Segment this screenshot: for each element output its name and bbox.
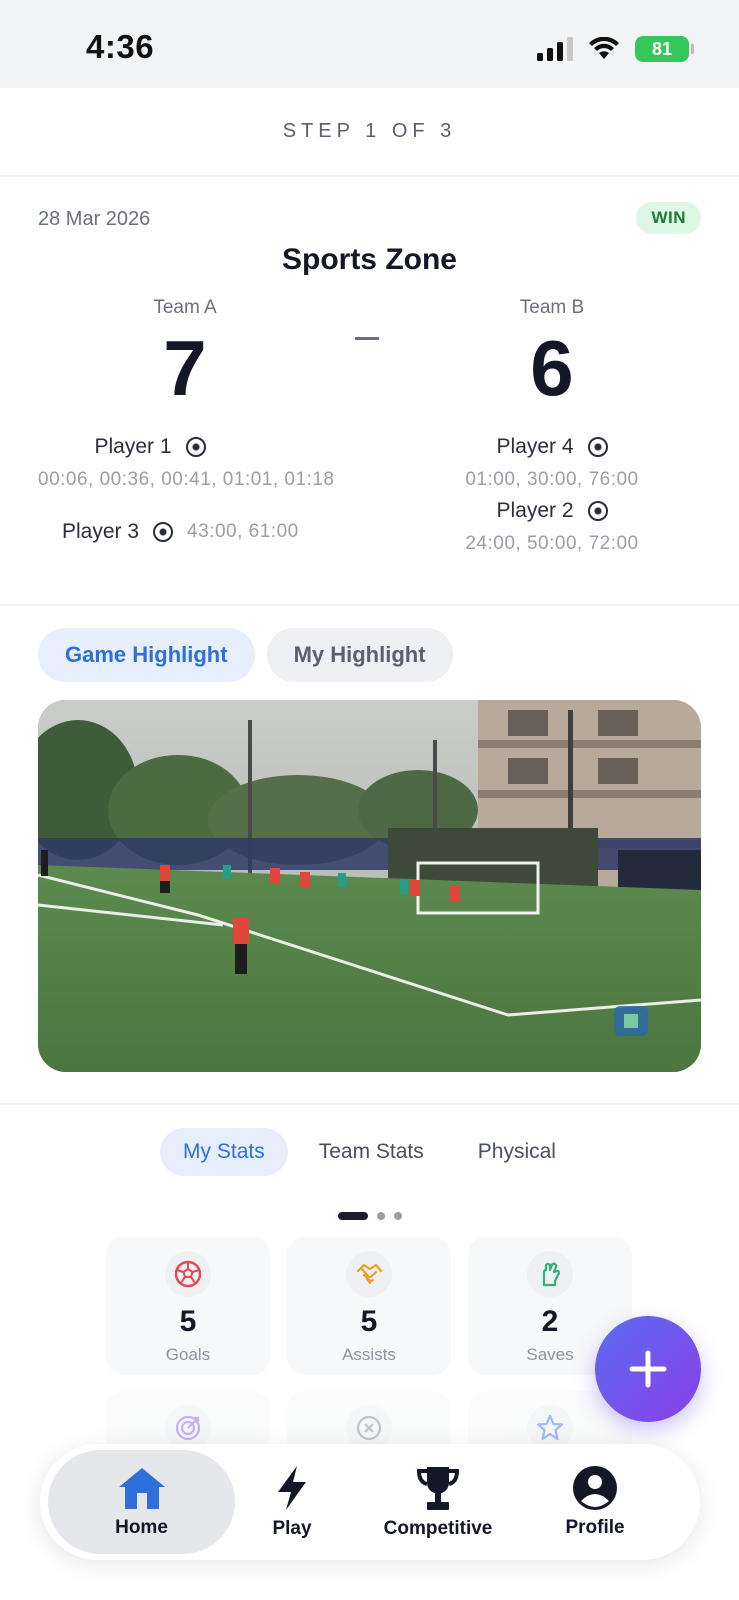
battery-level: 81: [651, 38, 673, 59]
nav-label: Profile: [565, 1517, 625, 1538]
result-badge: WIN: [636, 202, 701, 234]
match-summary-card: 28 Mar 2026 WIN Sports Zone Team A 7 Tea…: [0, 177, 739, 605]
soccer-ball-icon: [165, 1251, 211, 1297]
bottom-nav: Home Play Competitive Profile: [40, 1444, 700, 1560]
scorer-name: Player 2: [496, 499, 574, 522]
score-separator: [355, 337, 379, 340]
step-header: STEP 1 OF 3: [0, 88, 739, 176]
scorer-name: Player 1: [94, 435, 172, 458]
goalkeeper-glove-icon: [527, 1251, 573, 1297]
nav-item-competitive[interactable]: Competitive: [378, 1450, 498, 1554]
team-a-name: Team A: [153, 297, 217, 318]
highlight-video-player[interactable]: [38, 700, 701, 1072]
nav-label: Home: [115, 1517, 168, 1538]
team-b-name: Team B: [519, 297, 585, 318]
trophy-icon: [416, 1467, 460, 1510]
battery-indicator: 81: [635, 36, 694, 62]
team-a-score: 7: [163, 324, 207, 412]
nav-item-profile[interactable]: Profile: [550, 1450, 640, 1554]
nav-label: Competitive: [383, 1518, 493, 1539]
stat-label: Saves: [526, 1345, 574, 1364]
nav-label: Play: [272, 1518, 312, 1539]
profile-icon: [573, 1466, 617, 1510]
scorer-times: 01:00, 30:00, 76:00: [465, 469, 639, 490]
home-icon: [118, 1468, 165, 1509]
handshake-icon: [346, 1251, 392, 1297]
status-bar: 4:36 81: [0, 0, 739, 88]
scorer-row: Player 1: [0, 435, 300, 459]
soccer-ball-icon: [185, 437, 206, 457]
tab-game-highlight[interactable]: Game Highlight: [38, 628, 255, 682]
scorer-row: Player 2: [402, 499, 702, 523]
soccer-ball-icon: [587, 437, 608, 457]
team-a-block: Team A 7: [35, 297, 335, 411]
scorer-times: 43:00, 61:00: [187, 521, 299, 542]
status-icons: 81: [537, 36, 694, 62]
stat-card-goals: 5 Goals: [106, 1237, 270, 1375]
wifi-icon: [589, 37, 619, 59]
stats-tabs: My Stats Team Stats Physical: [0, 1128, 739, 1176]
video-thumbnail: [38, 700, 701, 1072]
tab-physical[interactable]: Physical: [455, 1128, 579, 1176]
stat-label: Goals: [165, 1345, 211, 1364]
plus-icon: [629, 1350, 667, 1388]
stat-label: Assists: [342, 1345, 396, 1364]
scorer-name: Player 3: [62, 520, 140, 543]
page-dot-active: [337, 1212, 368, 1220]
scorer-name: Player 4: [496, 435, 574, 458]
tab-my-stats[interactable]: My Stats: [160, 1128, 288, 1176]
tab-my-highlight[interactable]: My Highlight: [266, 628, 453, 682]
add-button[interactable]: [595, 1316, 701, 1422]
status-time: 4:36: [86, 28, 155, 65]
scorer-row: Player 3 43:00, 61:00: [62, 520, 299, 544]
page-indicator[interactable]: [0, 1212, 739, 1220]
lightning-icon: [278, 1466, 306, 1510]
scorer-times: 00:06, 00:36, 00:41, 01:01, 01:18: [38, 469, 335, 490]
soccer-ball-icon: [587, 501, 608, 521]
tab-team-stats[interactable]: Team Stats: [296, 1128, 447, 1176]
nav-item-home[interactable]: Home: [48, 1450, 235, 1554]
soccer-ball-icon: [153, 522, 174, 542]
nav-item-play[interactable]: Play: [252, 1450, 332, 1554]
team-b-score: 6: [530, 324, 574, 412]
stat-value: 5: [360, 1305, 378, 1338]
scorer-row: Player 4: [402, 435, 702, 459]
signal-icon: [537, 37, 573, 61]
venue-title: Sports Zone: [281, 243, 457, 276]
highlight-tabs: Game Highlight My Highlight: [38, 628, 453, 682]
stat-card-assists: 5 Assists: [287, 1237, 451, 1375]
page-dot: [393, 1212, 402, 1220]
stat-value: 5: [179, 1305, 197, 1338]
highlights-section: Game Highlight My Highlight: [0, 606, 739, 1104]
team-b-block: Team B 6: [402, 297, 702, 411]
match-date: 28 Mar 2026: [38, 208, 151, 230]
page-dot: [376, 1212, 385, 1220]
step-indicator: STEP 1 OF 3: [282, 120, 457, 142]
scorer-times: 24:00, 50:00, 72:00: [465, 533, 639, 554]
stat-value: 2: [541, 1305, 559, 1338]
